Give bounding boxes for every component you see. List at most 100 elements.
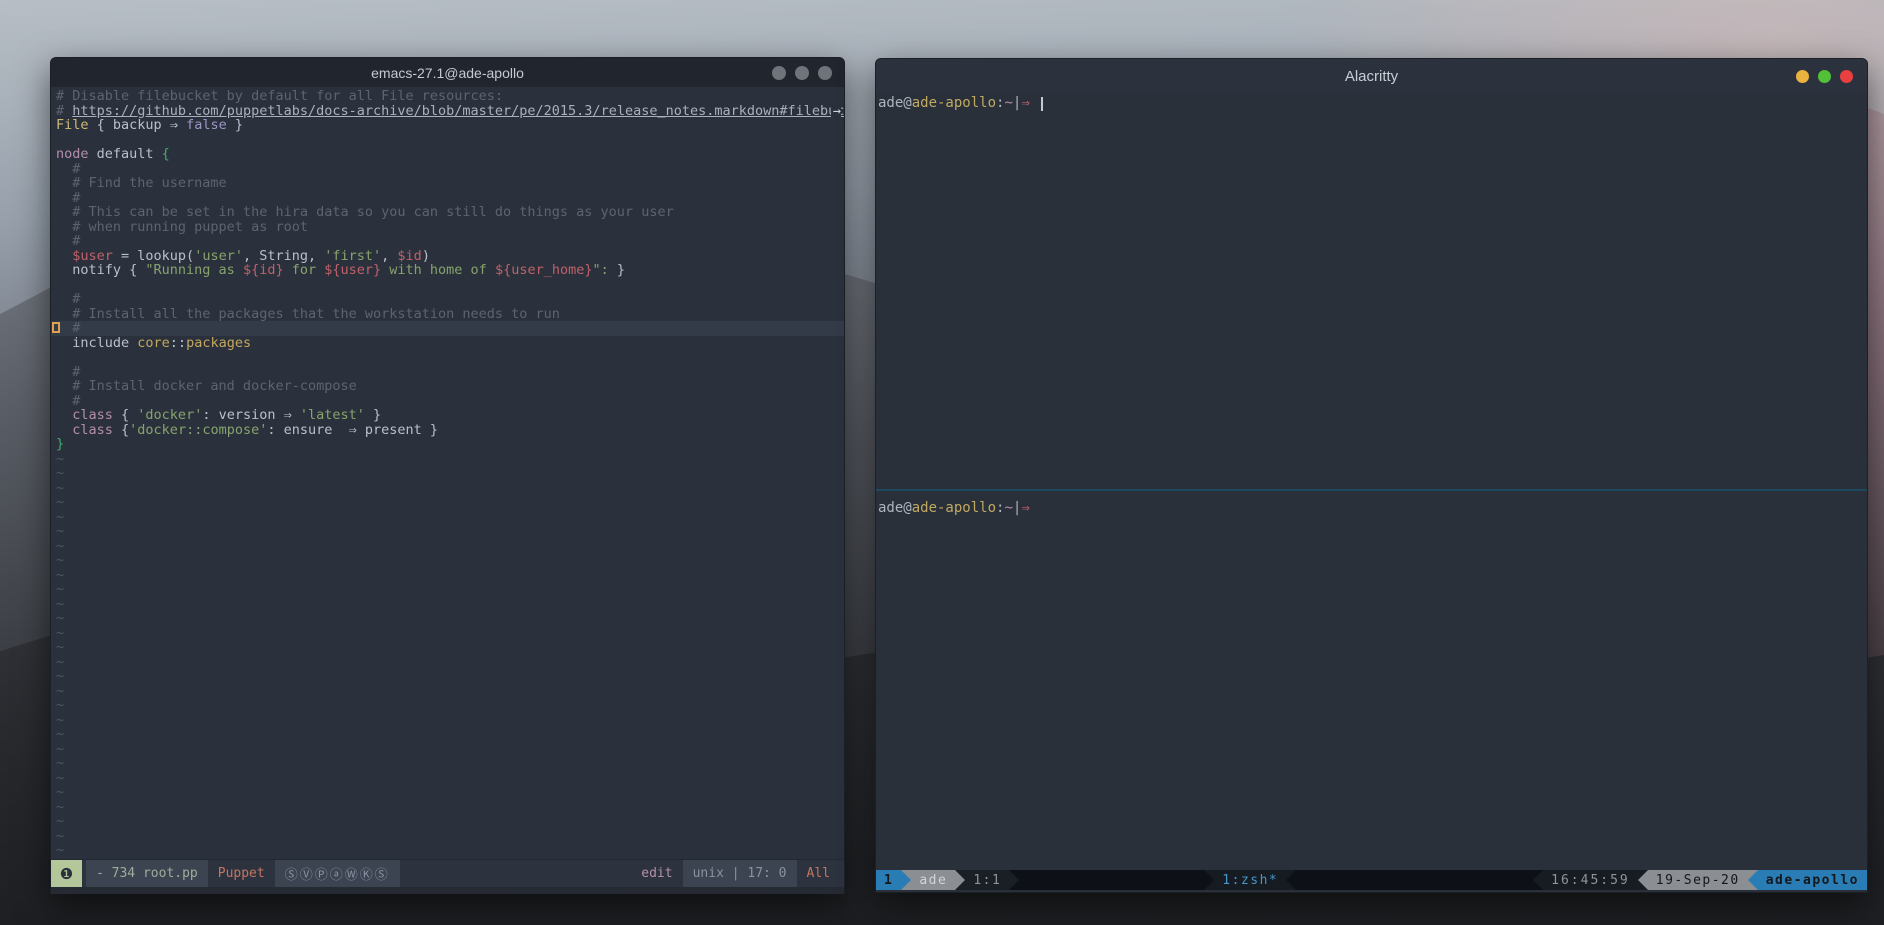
code-token: : version ⇒ — [202, 408, 300, 423]
code-line[interactable]: # Find the username — [51, 176, 844, 191]
code-line[interactable]: } — [51, 437, 844, 452]
alacritty-window-title: Alacritty — [1345, 68, 1398, 85]
code-token: ⇒ — [162, 118, 186, 133]
modeline-major-mode[interactable]: Puppet — [208, 860, 275, 887]
prompt-token: ade@ — [878, 500, 912, 516]
code-line[interactable]: class { 'docker': version ⇒ 'latest' } — [51, 408, 844, 423]
code-token: # This can be set in the hira data so yo… — [56, 205, 674, 220]
code-line[interactable]: $user = lookup('user', String, 'first', … — [51, 249, 844, 264]
minimize-button-icon[interactable] — [1796, 70, 1809, 83]
code-token: 'user' — [194, 249, 243, 264]
code-line[interactable] — [51, 350, 844, 365]
empty-line-tilde: ~ — [51, 829, 844, 844]
prompt-token: ~ — [1004, 500, 1012, 516]
close-button-icon[interactable] — [1840, 70, 1853, 83]
code-line[interactable]: # — [51, 292, 844, 307]
code-line[interactable] — [51, 278, 844, 293]
empty-line-tilde: ~ — [51, 640, 844, 655]
maximize-button-icon[interactable] — [1818, 70, 1831, 83]
tmux-pane-top[interactable]: ade@ade-apollo:~|⇒ — [876, 93, 1867, 489]
empty-line-tilde: ~ — [51, 843, 844, 858]
window-button-1-icon[interactable] — [772, 66, 786, 80]
code-token: include — [56, 336, 137, 351]
code-token: 'latest' — [300, 408, 365, 423]
code-line[interactable]: # — [51, 162, 844, 177]
code-token: # Install all the packages that the work… — [56, 307, 560, 322]
code-line[interactable]: class {'docker::compose': ensure ⇒ prese… — [51, 423, 844, 438]
code-line[interactable]: # Install all the packages that the work… — [51, 307, 844, 322]
empty-line-tilde: ~ — [51, 568, 844, 583]
powerline-arrow-left-icon — [1533, 870, 1543, 890]
tmux-right-segment: ade-apollo — [1758, 870, 1867, 890]
code-token: notify { — [56, 263, 145, 278]
emacs-cursor — [52, 322, 60, 333]
tmux-window-indicator[interactable]: 1:zsh* — [1214, 870, 1286, 890]
empty-line-tilde: ~ — [51, 727, 844, 742]
code-line[interactable]: include core::packages — [51, 336, 844, 351]
terminal-area: ade@ade-apollo:~|⇒ ade@ade-apollo:~|⇒ 1 a… — [876, 93, 1867, 892]
code-token: class — [56, 423, 113, 438]
code-line[interactable]: # https://github.com/puppetlabs/docs-arc… — [51, 104, 844, 119]
emacs-minibuffer[interactable] — [51, 887, 844, 894]
empty-line-tilde: ~ — [51, 466, 844, 481]
code-token: $id — [397, 249, 421, 264]
shell-prompt: ade@ade-apollo:~|⇒ — [878, 501, 1867, 516]
code-line[interactable]: # — [51, 321, 844, 336]
code-token: for — [284, 263, 325, 278]
code-token: # Find the username — [56, 176, 227, 191]
code-token: 'docker::compose' — [129, 423, 267, 438]
code-token: # — [56, 234, 80, 249]
alacritty-titlebar[interactable]: Alacritty — [876, 59, 1867, 93]
emacs-modeline: ❶ - 734 root.pp Puppet ⓈⓋⓅⓐⓌⓀⓈ edit unix… — [51, 859, 844, 887]
emacs-buffer[interactable]: # Disable filebucket by default for all … — [51, 87, 844, 859]
window-button-3-icon[interactable] — [818, 66, 832, 80]
empty-line-tilde: ~ — [51, 785, 844, 800]
code-token: # — [56, 104, 72, 119]
code-token: packages — [186, 336, 251, 351]
modeline-file-info: - 734 root.pp — [86, 860, 208, 887]
code-line[interactable]: File { backup ⇒ false } — [51, 118, 844, 133]
code-token: false — [186, 118, 227, 133]
code-token: # — [56, 162, 80, 177]
code-token: = lookup( — [113, 249, 194, 264]
code-token: 'first' — [324, 249, 381, 264]
code-line[interactable]: # — [51, 365, 844, 380]
code-line[interactable]: # Install docker and docker-compose — [51, 379, 844, 394]
empty-line-tilde: ~ — [51, 713, 844, 728]
emacs-titlebar[interactable]: emacs-27.1@ade-apollo — [51, 58, 844, 87]
workspace-badge: ❶ — [51, 860, 82, 887]
code-line[interactable]: # This can be set in the hira data so yo… — [51, 205, 844, 220]
code-token: } — [56, 437, 64, 452]
code-line[interactable]: # — [51, 394, 844, 409]
modeline-scroll-position: All — [797, 860, 844, 887]
code-line[interactable]: notify { "Running as ${id} for ${user} w… — [51, 263, 844, 278]
code-line[interactable] — [51, 133, 844, 148]
tmux-left-segment: 1 — [876, 870, 901, 890]
emacs-window-title: emacs-27.1@ade-apollo — [371, 65, 524, 81]
empty-line-tilde: ~ — [51, 814, 844, 829]
code-token: ": — [592, 263, 608, 278]
tmux-right-segment: 19-Sep-20 — [1648, 870, 1748, 890]
powerline-arrow-right-icon — [901, 870, 911, 890]
tmux-bar-spacer — [1296, 870, 1533, 890]
code-line[interactable]: node default { — [51, 147, 844, 162]
powerline-arrow-left-icon — [1748, 870, 1758, 890]
code-line[interactable]: # when running puppet as root — [51, 220, 844, 235]
tmux-right-segment: 16:45:59 — [1543, 870, 1638, 890]
code-line[interactable]: # Disable filebucket by default for all … — [51, 89, 844, 104]
code-line[interactable]: # — [51, 191, 844, 206]
code-token: ) — [422, 249, 430, 264]
code-token: node — [56, 147, 89, 162]
code-line[interactable]: # — [51, 234, 844, 249]
code-token: default — [89, 147, 162, 162]
code-token: backup — [113, 118, 162, 133]
terminal-cursor — [1041, 97, 1043, 111]
code-token: File — [56, 118, 89, 133]
modeline-encoding-position: unix | 17: 0 — [683, 860, 797, 887]
empty-line-tilde: ~ — [51, 582, 844, 597]
code-token: $user — [72, 249, 113, 264]
tmux-pane-bottom[interactable]: ade@ade-apollo:~|⇒ — [876, 491, 1867, 870]
tmux-left-segment: 1:1 — [965, 870, 1009, 890]
window-button-2-icon[interactable] — [795, 66, 809, 80]
code-token — [56, 249, 72, 264]
